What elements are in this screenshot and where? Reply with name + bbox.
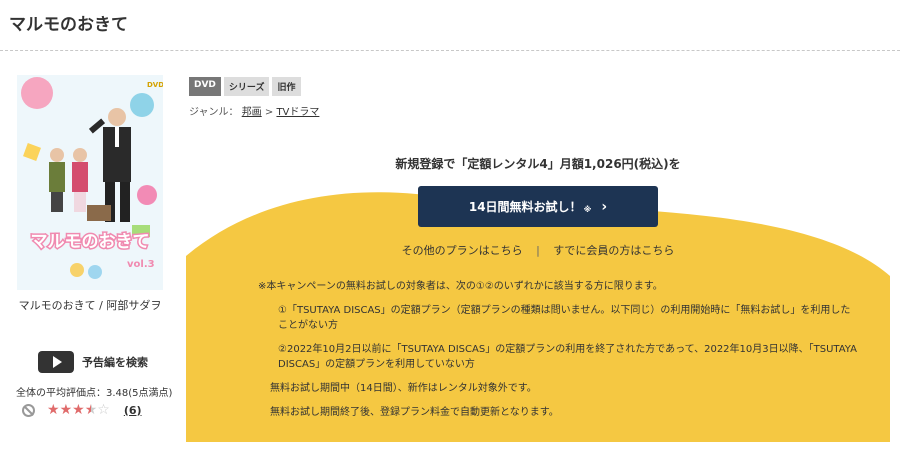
review-count-link[interactable]: (6): [124, 404, 142, 417]
genre-breadcrumb: ジャンル： 邦画 > TVドラマ: [189, 103, 319, 118]
genre-link-japanese-film[interactable]: 邦画: [242, 107, 262, 118]
play-icon: [38, 351, 74, 373]
plan-links: その他のプランはこちら | すでに会員の方はこちら: [187, 242, 889, 258]
star-rating: ★★★★☆: [47, 402, 110, 418]
star-icon: ★: [59, 402, 73, 418]
jacket-vol: vol.3: [127, 259, 155, 270]
chevron-right-icon: ›: [601, 198, 608, 215]
tag-dvd: DVD: [189, 77, 221, 96]
average-rating: 全体の平均評価点：3.48(5点満点): [16, 388, 173, 399]
campaign-headline: 新規登録で「定額レンタル4」月額1,026円(税込)を: [395, 157, 681, 171]
title-divider: [0, 50, 900, 51]
note-condition-2: ②2022年10月2日以前に「TSUTAYA DISCAS」の定額プランの利用を…: [278, 344, 857, 370]
link-separator: |: [536, 244, 540, 257]
campaign-notes: ※本キャンペーンの無料お試しの対象者は、次の①②のいずれかに該当する方に限ります…: [258, 279, 858, 429]
dvd-jacket-image[interactable]: マルモのおきて vol.3 DVD: [17, 75, 163, 290]
note-auto-renew: 無料お試し期間終了後、登録プラン料金で自動更新となります。: [270, 407, 559, 418]
trailer-search-button[interactable]: 予告編を検索: [38, 351, 148, 373]
note-new-releases: 無料お試し期間中（14日間）、新作はレンタル対象外です。: [270, 383, 537, 394]
jacket-logo: マルモのおきて: [31, 232, 150, 252]
jacket-dvd-badge: DVD: [147, 81, 163, 89]
tag-old-release: 旧作: [272, 77, 301, 96]
genre-label: ジャンル：: [189, 107, 239, 118]
member-login-link[interactable]: すでに会員の方はこちら: [553, 244, 674, 257]
note-eligibility: ※本キャンペーンの無料お試しの対象者は、次の①②のいずれかに該当する方に限ります…: [258, 281, 663, 292]
tag-series: シリーズ: [223, 77, 270, 96]
jacket-artwork: マルモのおきて vol.3 DVD: [17, 75, 163, 290]
footnote-mark: ※: [583, 204, 592, 214]
note-condition-1: ①「TSUTAYA DISCAS」の定額プラン（定額プランの種類は問いません。以…: [278, 305, 851, 331]
work-caption: マルモのおきて / 阿部サダヲ: [18, 299, 162, 312]
free-trial-label: 14日間無料お試し！: [468, 200, 582, 214]
trailer-search-label: 予告編を検索: [82, 356, 148, 369]
genre-link-tv-drama[interactable]: TVドラマ: [276, 107, 319, 118]
product-tags: DVD シリーズ 旧作: [189, 77, 301, 96]
empty-star-icon: ☆: [97, 402, 110, 418]
rating-row: ★★★★☆ (6): [22, 402, 142, 418]
star-icon: ★: [72, 402, 85, 418]
breadcrumb-separator: >: [264, 107, 274, 118]
star-icon: ★: [47, 402, 60, 418]
other-plans-link[interactable]: その他のプランはこちら: [402, 244, 523, 257]
not-interested-icon[interactable]: [22, 403, 35, 417]
page-title: マルモのおきて: [9, 15, 128, 35]
half-star-icon: ★: [84, 402, 98, 418]
free-trial-button[interactable]: 14日間無料お試し！ ※ ›: [418, 186, 658, 227]
